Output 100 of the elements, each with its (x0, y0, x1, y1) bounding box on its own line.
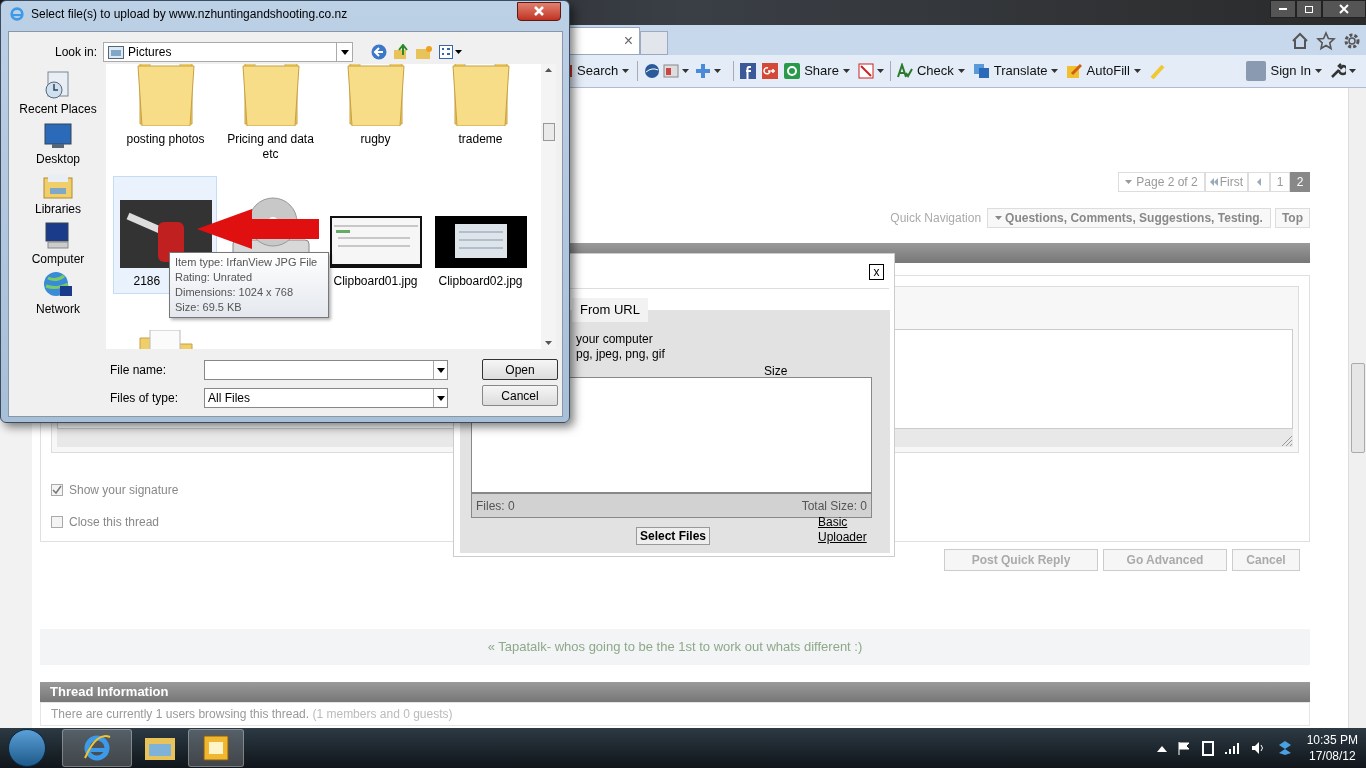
allowed-types-text: pg, jpeg, png, gif (576, 347, 665, 362)
select-files-button[interactable]: Select Files (636, 527, 711, 545)
look-in-value: Pictures (128, 44, 172, 61)
vertical-scrollbar[interactable] (541, 64, 556, 349)
caret-icon[interactable] (1133, 69, 1141, 73)
browser-logo-icon (9, 6, 25, 22)
file-name-field[interactable] (204, 360, 448, 380)
minimize-button[interactable] (1270, 0, 1296, 18)
restore-button[interactable] (1296, 0, 1322, 18)
look-in-dropdown[interactable]: Pictures (103, 42, 354, 62)
quick-navigation-label: Quick Navigation (890, 210, 982, 227)
browser-taskbar-icon[interactable] (62, 729, 132, 767)
caret-icon[interactable] (957, 69, 965, 73)
caret-icon[interactable] (876, 69, 884, 73)
tooltip-line: Rating: Unrated (175, 270, 254, 285)
resize-grip-icon[interactable] (1281, 435, 1293, 447)
caret-icon[interactable] (1051, 69, 1059, 73)
tooltip-line: Size: 69.5 KB (175, 300, 243, 315)
page-icon[interactable] (663, 63, 680, 79)
caret-icon[interactable] (714, 69, 722, 73)
file-name[interactable]: rugby (325, 132, 426, 147)
size-column-header: Size (764, 363, 788, 380)
place-link[interactable]: Desktop (36, 152, 80, 166)
f-logo-icon[interactable] (740, 63, 757, 79)
home-icon[interactable] (1290, 31, 1310, 51)
scrollbar-thumb[interactable] (542, 122, 555, 141)
file-name[interactable]: trademe (430, 132, 531, 147)
caret-icon[interactable] (622, 69, 630, 73)
checkbox[interactable] (51, 484, 63, 496)
calendar-taskbar-icon[interactable] (188, 729, 244, 767)
thread-information-title: Thread Information (40, 682, 1310, 702)
basic-uploader-link[interactable]: Basic Uploader (818, 515, 878, 545)
star-icon[interactable] (1316, 31, 1336, 51)
tooltip-line: Item type: IrfanView JPG File (175, 255, 319, 270)
dialog-title: Select file(s) to upload by www.nzhuntingandshooting.co.nz (31, 6, 348, 23)
settings-icon[interactable] (1342, 31, 1362, 51)
globe-icon[interactable] (644, 63, 661, 79)
place-link[interactable]: Libraries (35, 202, 81, 216)
toolbar-sign-in-button[interactable]: Sign In (1270, 61, 1311, 81)
blocked-popup-icon[interactable] (857, 63, 874, 79)
files-count: Files: 0 (476, 497, 515, 515)
checkbox[interactable] (51, 516, 63, 528)
caret-icon[interactable] (436, 367, 445, 373)
close-icon (1339, 4, 1349, 14)
file-name[interactable]: Pricing and data etc (220, 132, 321, 162)
clock-date[interactable]: 17/08/12 (1308, 748, 1356, 764)
toolbar-autofill-button[interactable]: AutoFill (1086, 61, 1130, 81)
spell-check-icon[interactable] (896, 63, 913, 79)
caret-icon[interactable] (682, 69, 690, 73)
clock-time[interactable]: 10:35 PM (1306, 732, 1358, 748)
back-arrow-icon[interactable] (371, 44, 388, 60)
g-plus-logo-icon[interactable] (762, 63, 779, 79)
close-button[interactable] (1322, 0, 1366, 18)
start-button[interactable] (8, 729, 46, 767)
file-name[interactable]: Clipboard02.jpg (430, 274, 531, 289)
scroll-up-arrow-icon[interactable] (545, 68, 552, 72)
signal-icon[interactable] (1224, 741, 1241, 755)
upload-instruction-text: your computer (576, 332, 654, 347)
translate-icon[interactable] (972, 63, 990, 79)
tooltip-line: Dimensions: 1024 x 768 (175, 285, 294, 300)
close-icon (534, 6, 544, 16)
battery-icon[interactable] (1200, 740, 1215, 756)
flag-icon[interactable] (1176, 741, 1191, 755)
close-button[interactable]: x (869, 264, 884, 280)
place-link[interactable]: Recent Places (19, 102, 97, 116)
total-size: Total Size: 0 (801, 497, 867, 515)
file-type-label: Files of type: (110, 390, 180, 407)
page-link[interactable]: 2 (1290, 172, 1310, 192)
from-url-tab[interactable]: From URL (572, 298, 648, 322)
file-name[interactable]: posting photos (115, 132, 216, 147)
place-link[interactable]: Network (36, 302, 80, 316)
caret-icon[interactable] (1349, 69, 1356, 73)
pencil-form-icon[interactable] (1066, 63, 1083, 79)
option-label: Close this thread (69, 514, 160, 531)
wrench-icon[interactable] (1330, 63, 1346, 79)
toolbar-check-button[interactable]: Check (916, 61, 954, 81)
open-button[interactable]: Open (482, 359, 558, 380)
look-in-label: Look in: (55, 44, 98, 61)
file-name-label: File name: (110, 362, 168, 379)
caret-icon[interactable] (1315, 69, 1322, 73)
view-menu-button[interactable] (439, 45, 463, 59)
toolbar-search-button[interactable]: Search (577, 61, 619, 81)
scroll-down-arrow-icon[interactable] (545, 341, 552, 345)
pictures-folder-icon (108, 45, 125, 59)
share-icon[interactable] (784, 63, 801, 79)
caret-icon[interactable] (436, 395, 445, 401)
file-type-value: All Files (207, 390, 250, 407)
toolbar-share-button[interactable]: Share (804, 61, 839, 81)
caret-icon[interactable] (842, 69, 850, 73)
option-label: Show your signature (69, 482, 179, 499)
scrollbar[interactable] (1348, 88, 1366, 728)
place-link[interactable]: Computer (31, 252, 85, 266)
toolbar-translate-button[interactable]: Translate (993, 61, 1048, 81)
up-folder-icon[interactable] (393, 44, 410, 60)
cancel-button[interactable]: Cancel (482, 385, 558, 406)
show-hidden-icons-icon[interactable] (1156, 744, 1167, 752)
tab-close-button[interactable]: × (623, 29, 633, 53)
file-name[interactable]: Clipboard01.jpg (325, 274, 426, 289)
close-button[interactable] (517, 1, 561, 21)
file-type-dropdown[interactable]: All Files (204, 388, 448, 408)
